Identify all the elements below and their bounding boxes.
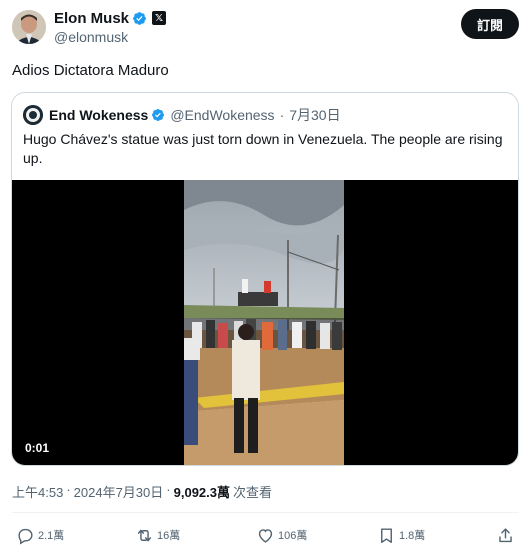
quote-date[interactable]: 7月30日 bbox=[289, 105, 340, 125]
repost-count: 16萬 bbox=[157, 530, 181, 542]
view-count-label: 次查看 bbox=[233, 485, 273, 500]
video-timestamp: 0:01 bbox=[25, 441, 50, 455]
quote-author-handle[interactable]: @EndWokeness bbox=[170, 107, 274, 123]
action-bar: 2.1萬 16萬 106萬 1.8萬 bbox=[0, 524, 531, 546]
tweet-date[interactable]: 2024年7月30日 bbox=[74, 482, 164, 501]
reply-icon bbox=[18, 528, 33, 544]
bookmark-count: 1.8萬 bbox=[399, 530, 426, 542]
quote-verified-badge-icon bbox=[152, 109, 165, 121]
subscribe-button[interactable]: 訂閱 bbox=[461, 9, 519, 39]
view-count: 9,092.3萬 bbox=[173, 485, 230, 500]
share-icon bbox=[499, 527, 512, 542]
reply-button[interactable]: 2.1萬 bbox=[16, 524, 64, 546]
video-frame bbox=[184, 180, 344, 465]
like-button[interactable]: 106萬 bbox=[256, 524, 307, 546]
author-display-name[interactable]: Elon Musk bbox=[54, 10, 129, 27]
quote-text: Hugo Chávez's statue was just torn down … bbox=[23, 131, 503, 166]
video-player[interactable]: 0:01 bbox=[12, 180, 518, 465]
meta-separator-2: · bbox=[166, 482, 171, 497]
tweet-text: Adios Dictatora Maduro bbox=[12, 62, 169, 79]
tweet-time[interactable]: 上午4:53 bbox=[12, 482, 63, 501]
tweet-meta: 上午4:53 · 2024年7月30日 · 9,092.3萬 次查看 bbox=[12, 482, 272, 501]
quote-author-avatar[interactable] bbox=[23, 105, 43, 125]
quoted-tweet[interactable]: End Wokeness @EndWokeness · 7月30日 Hugo C… bbox=[11, 92, 519, 466]
author-handle[interactable]: @elonmusk bbox=[54, 29, 166, 45]
meta-separator: · bbox=[66, 482, 71, 497]
verified-badge-icon bbox=[133, 11, 146, 25]
like-count: 106萬 bbox=[278, 530, 308, 542]
reply-count: 2.1萬 bbox=[38, 530, 65, 542]
author-avatar[interactable] bbox=[12, 10, 46, 44]
quote-author-name[interactable]: End Wokeness bbox=[49, 107, 148, 123]
heart-icon bbox=[258, 528, 273, 543]
share-button[interactable] bbox=[496, 524, 518, 546]
x-affiliation-icon[interactable]: 𝕏 bbox=[152, 11, 167, 25]
quote-separator: · bbox=[279, 107, 285, 123]
tweet-author-header: Elon Musk 𝕏 @elonmusk 訂閱 bbox=[12, 6, 519, 48]
bookmark-button[interactable]: 1.8萬 bbox=[377, 524, 425, 546]
repost-icon bbox=[137, 529, 152, 541]
repost-button[interactable]: 16萬 bbox=[135, 524, 180, 546]
divider bbox=[12, 512, 519, 513]
bookmark-icon bbox=[381, 527, 392, 543]
